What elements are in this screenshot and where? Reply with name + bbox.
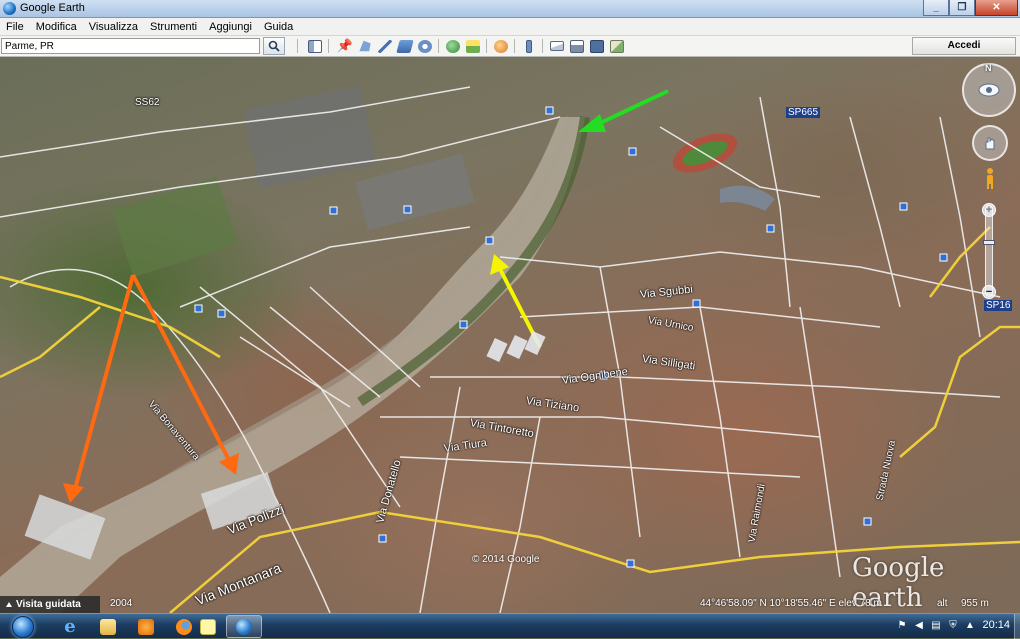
google-maps-icon	[610, 39, 624, 53]
search-icon	[268, 40, 280, 52]
ruler-button[interactable]	[520, 38, 538, 54]
arrow-icon[interactable]: ▲	[964, 619, 976, 631]
start-button[interactable]	[6, 614, 40, 639]
menu-modifica[interactable]: Modifica	[30, 18, 83, 36]
map-view[interactable]: Via Montanara Via Polizzi Via Ognibene V…	[0, 57, 1020, 613]
email-icon	[550, 41, 564, 51]
explorer-icon	[100, 618, 116, 635]
map-imagery	[0, 85, 1020, 613]
close-icon: ✕	[992, 2, 1001, 13]
shield-icon[interactable]: ⛨	[947, 619, 959, 631]
taskbar-explorer[interactable]	[90, 615, 126, 638]
eye-altitude-label: alt	[937, 598, 948, 609]
sidebar-toggle-icon	[308, 39, 322, 53]
eye-icon	[978, 83, 1000, 97]
taskbar-clock[interactable]: 20:14	[982, 619, 1010, 631]
sidebar-toggle-button[interactable]	[306, 38, 324, 54]
path-button[interactable]	[376, 38, 394, 54]
search-input[interactable]	[1, 38, 260, 54]
cursor-coordinates: 44°46'58.09" N 10°18'55.46" E elev 78 m	[700, 598, 882, 609]
ruler-icon	[526, 39, 532, 53]
tour-guide-button[interactable]: Visita guidata	[0, 596, 100, 613]
window-title: Google Earth	[20, 2, 85, 14]
planets-button[interactable]	[492, 38, 510, 54]
media-player-icon	[138, 618, 154, 635]
polygon-icon	[359, 40, 371, 52]
ie-icon: e	[64, 616, 76, 637]
road-label: SP16	[984, 300, 1013, 311]
tour-expand-icon	[6, 602, 12, 607]
tour-guide-label: Visita guidata	[16, 599, 81, 610]
sunlight-icon	[466, 39, 480, 53]
street-view-pegman[interactable]	[985, 168, 995, 190]
road-label: SS62	[135, 97, 160, 108]
path-icon	[378, 39, 392, 53]
system-tray: ⚑ ◀ ▤ ⛨ ▲	[896, 619, 976, 631]
imagery-date: 2004	[110, 598, 133, 609]
windows-logo-icon	[12, 615, 34, 638]
map-status-bar: Visita guidata 2004 44°46'58.09" N 10°18…	[0, 596, 1020, 613]
maximize-button[interactable]: ❐	[949, 0, 975, 16]
google-earth-icon	[3, 2, 16, 15]
zoom-out-button[interactable]: −	[982, 285, 996, 299]
flag-icon[interactable]: ⚑	[896, 619, 908, 631]
print-icon	[570, 39, 584, 53]
window-title-bar: Google Earth _ ❐ ✕	[0, 0, 1020, 18]
menu-guida[interactable]: Guida	[258, 18, 299, 36]
move-joystick[interactable]	[972, 125, 1008, 161]
polygon-button[interactable]	[356, 38, 374, 54]
save-image-icon	[590, 39, 604, 53]
placemark-button[interactable]: 📌	[336, 38, 354, 54]
compass-north-label: N	[985, 63, 992, 73]
windows-taskbar: e ⚑ ◀ ▤ ⛨ ▲ 20:14	[0, 613, 1020, 639]
taskbar-media-player[interactable]	[128, 615, 164, 638]
zoom-slider-track[interactable]	[985, 205, 993, 297]
menu-visualizza[interactable]: Visualizza	[83, 18, 144, 36]
image-overlay-button[interactable]	[396, 38, 414, 54]
menu-strumenti[interactable]: Strumenti	[144, 18, 203, 36]
historical-imagery-icon	[446, 39, 460, 53]
image-overlay-icon	[396, 39, 414, 53]
road-label: SP665	[786, 107, 821, 118]
google-maps-button[interactable]	[608, 38, 626, 54]
tour-record-button[interactable]	[416, 38, 434, 54]
minimize-button[interactable]: _	[923, 0, 949, 16]
hand-icon	[985, 137, 995, 150]
network-icon[interactable]: ▤	[930, 619, 942, 631]
menu-bar: File Modifica Visualizza Strumenti Aggiu…	[0, 18, 1020, 36]
menu-file[interactable]: File	[0, 18, 30, 36]
save-image-button[interactable]	[588, 38, 606, 54]
search-button[interactable]	[263, 37, 285, 55]
taskbar-google-earth[interactable]	[226, 615, 262, 638]
menu-aggiungi[interactable]: Aggiungi	[203, 18, 258, 36]
toolbar: 📌 Accedi	[0, 36, 1020, 57]
email-button[interactable]	[548, 38, 566, 54]
sticky-note-icon	[200, 618, 216, 635]
min-icon: _	[933, 2, 939, 13]
pegman-icon	[987, 168, 993, 189]
zoom-slider-thumb[interactable]	[983, 240, 995, 245]
taskbar-sticky-note[interactable]	[190, 615, 226, 638]
historical-imagery-button[interactable]	[444, 38, 462, 54]
placemark-icon: 📌	[336, 38, 354, 53]
eye-altitude: 955 m	[961, 598, 989, 609]
volume-icon[interactable]: ◀	[913, 619, 925, 631]
signin-button[interactable]: Accedi	[912, 37, 1016, 55]
planets-icon	[494, 39, 508, 53]
print-button[interactable]	[568, 38, 586, 54]
taskbar-ie[interactable]: e	[52, 615, 88, 638]
map-copyright: © 2014 Google	[472, 554, 540, 565]
google-earth-icon	[236, 618, 252, 635]
max-icon: ❐	[957, 2, 967, 13]
close-button[interactable]: ✕	[975, 0, 1018, 16]
sunlight-button[interactable]	[464, 38, 482, 54]
tour-record-icon	[418, 39, 432, 53]
show-desktop-button[interactable]	[1014, 614, 1020, 639]
